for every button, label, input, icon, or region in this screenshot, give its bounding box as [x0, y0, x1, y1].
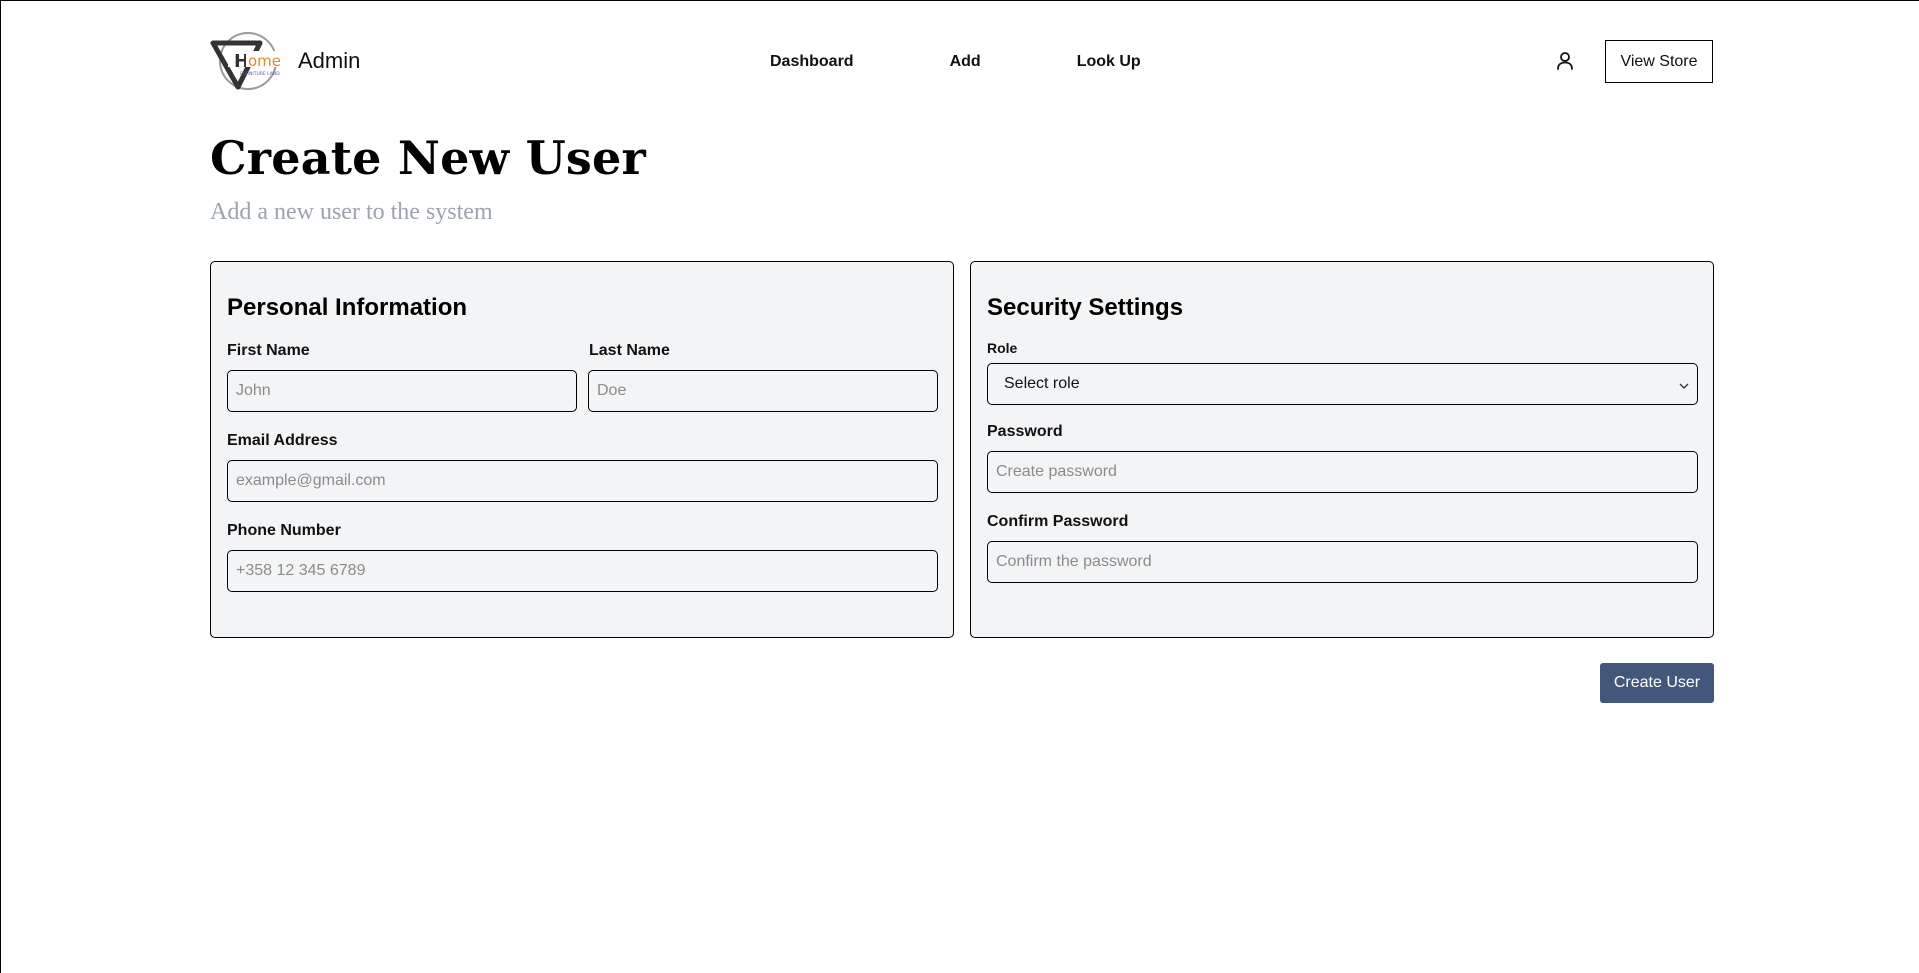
top-header: H ome FURNITURE LAND Admin Dashboard Add… [210, 1, 1714, 121]
svg-text:ome: ome [248, 52, 281, 70]
confirm-password-field[interactable] [987, 541, 1698, 583]
logo-icon: H ome FURNITURE LAND [210, 29, 290, 93]
brand[interactable]: H ome FURNITURE LAND Admin [210, 29, 360, 93]
page-subtitle: Add a new user to the system [210, 199, 493, 225]
page-title: Create New User [210, 131, 646, 185]
phone-field[interactable] [227, 550, 938, 592]
email-field[interactable] [227, 460, 938, 502]
personal-information-card: Personal Information First Name Last Nam… [210, 261, 954, 638]
last-name-label: Last Name [589, 342, 670, 359]
nav-look-up[interactable]: Look Up [1077, 53, 1141, 71]
first-name-field[interactable] [227, 370, 577, 412]
svg-text:FURNITURE LAND: FURNITURE LAND [240, 71, 280, 77]
nav-add[interactable]: Add [950, 53, 981, 71]
security-settings-card: Security Settings Role Select role Passw… [970, 261, 1714, 638]
phone-label: Phone Number [227, 522, 341, 539]
confirm-password-label: Confirm Password [987, 513, 1129, 530]
app-title: Admin [298, 48, 361, 73]
role-label: Role [987, 340, 1018, 356]
security-settings-title: Security Settings [987, 294, 1184, 321]
password-field[interactable] [987, 451, 1698, 493]
nav-dashboard[interactable]: Dashboard [770, 53, 854, 71]
create-user-button[interactable]: Create User [1600, 663, 1714, 703]
chevron-down-icon [1679, 378, 1689, 389]
password-label: Password [987, 423, 1063, 440]
view-store-button[interactable]: View Store [1605, 40, 1713, 83]
personal-information-title: Personal Information [227, 294, 468, 321]
role-select-value: Select role [1004, 375, 1080, 392]
main-nav: Dashboard Add Look Up [770, 53, 1141, 71]
email-label: Email Address [227, 432, 338, 449]
last-name-field[interactable] [588, 370, 938, 412]
user-icon[interactable] [1553, 49, 1577, 73]
page-container: H ome FURNITURE LAND Admin Dashboard Add… [210, 1, 1714, 703]
role-select[interactable]: Select role [987, 363, 1698, 405]
first-name-label: First Name [227, 342, 310, 359]
